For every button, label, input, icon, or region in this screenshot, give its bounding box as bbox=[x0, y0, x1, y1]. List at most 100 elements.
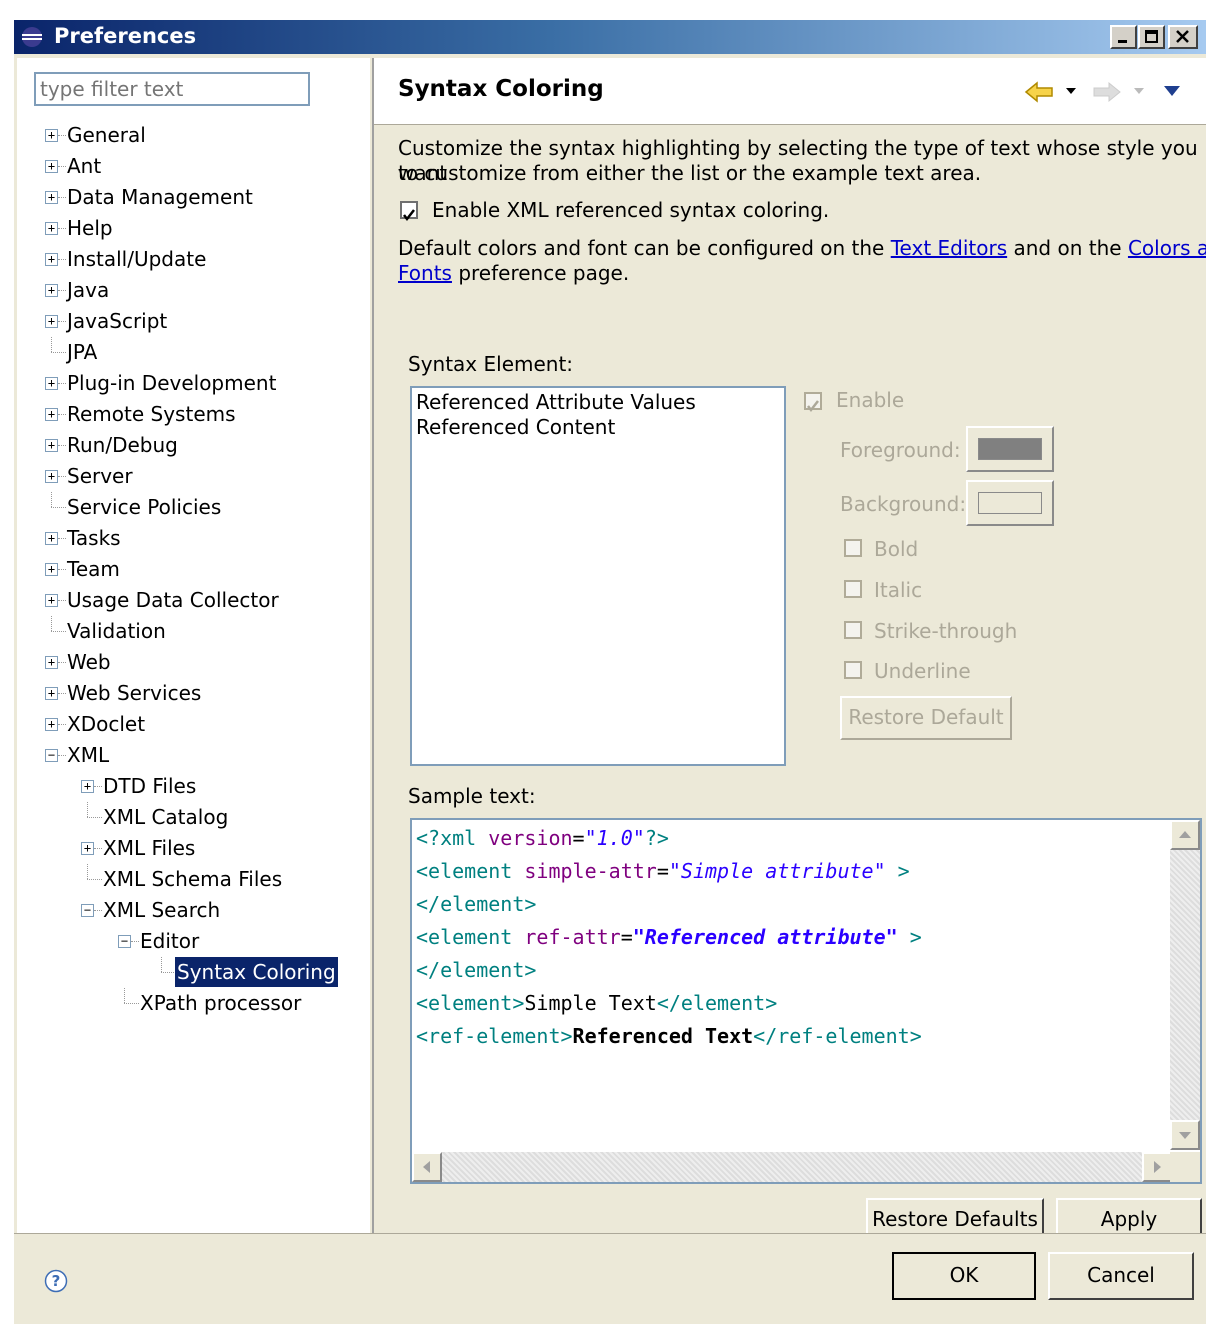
close-button[interactable] bbox=[1168, 25, 1198, 49]
tree-item[interactable]: − Editor bbox=[118, 926, 370, 956]
forward-dropdown-icon[interactable] bbox=[1134, 88, 1146, 96]
tree-item[interactable]: + Remote Systems bbox=[45, 399, 370, 429]
window-title: Preferences bbox=[54, 24, 197, 48]
expand-icon[interactable]: + bbox=[81, 780, 94, 793]
tree-item[interactable]: + Server bbox=[45, 461, 370, 491]
scroll-down-button[interactable] bbox=[1170, 1120, 1200, 1150]
code-token: Referenced Text bbox=[572, 1024, 754, 1048]
expand-icon[interactable]: + bbox=[45, 191, 58, 204]
tree-item-label: XML bbox=[67, 743, 110, 767]
tree-item[interactable]: XML Catalog bbox=[81, 802, 370, 832]
tree-item[interactable]: + General bbox=[45, 120, 370, 150]
tree-item[interactable]: + JavaScript bbox=[45, 306, 370, 336]
foreground-color-button[interactable] bbox=[966, 426, 1054, 472]
underline-checkbox[interactable] bbox=[844, 661, 862, 679]
tree-item[interactable]: XPath processor bbox=[118, 988, 370, 1018]
title-bar[interactable]: Preferences bbox=[14, 20, 1206, 54]
horizontal-scrollbar[interactable] bbox=[412, 1152, 1172, 1182]
syntax-element-list[interactable]: Referenced Attribute Values Referenced C… bbox=[410, 386, 786, 766]
expand-icon[interactable]: + bbox=[81, 842, 94, 855]
expand-icon[interactable]: + bbox=[45, 470, 58, 483]
tree-item[interactable]: + Tasks bbox=[45, 523, 370, 553]
tree-item[interactable]: XML Schema Files bbox=[81, 864, 370, 894]
expand-icon[interactable]: + bbox=[45, 160, 58, 173]
expand-icon[interactable]: + bbox=[45, 687, 58, 700]
background-color-button[interactable] bbox=[966, 480, 1054, 526]
back-arrow-icon[interactable] bbox=[1024, 80, 1058, 104]
tree-item-label: Ant bbox=[67, 154, 102, 178]
italic-checkbox[interactable] bbox=[844, 580, 862, 598]
expand-icon[interactable]: + bbox=[45, 284, 58, 297]
tree-item-label: Help bbox=[67, 216, 113, 240]
list-item[interactable]: Referenced Content bbox=[416, 415, 615, 440]
expand-icon[interactable]: + bbox=[45, 594, 58, 607]
tree-item[interactable]: + Web bbox=[45, 647, 370, 677]
expand-icon[interactable]: + bbox=[45, 718, 58, 731]
scroll-up-button[interactable] bbox=[1170, 820, 1200, 850]
tree-item[interactable]: + Install/Update bbox=[45, 244, 370, 274]
tree-item[interactable]: + Team bbox=[45, 554, 370, 584]
expand-icon[interactable]: + bbox=[45, 656, 58, 669]
tree-item[interactable]: Service Policies bbox=[45, 492, 370, 522]
tree-item[interactable]: + Java bbox=[45, 275, 370, 305]
tree-item[interactable]: + Help bbox=[45, 213, 370, 243]
cancel-button[interactable]: Cancel bbox=[1048, 1252, 1194, 1300]
tree-item[interactable]: + Run/Debug bbox=[45, 430, 370, 460]
tree-item[interactable]: + Ant bbox=[45, 151, 370, 181]
colors-fonts-link[interactable]: Colors and bbox=[1128, 236, 1206, 260]
tree-item[interactable]: + Data Management bbox=[45, 182, 370, 212]
tree-connector bbox=[87, 817, 102, 818]
tree-connector bbox=[87, 802, 88, 817]
tree-item[interactable]: + Web Services bbox=[45, 678, 370, 708]
tree-item[interactable]: + XDoclet bbox=[45, 709, 370, 739]
enable-style-checkbox[interactable] bbox=[804, 392, 822, 413]
expand-icon[interactable]: + bbox=[45, 408, 58, 421]
expand-icon[interactable]: + bbox=[45, 222, 58, 235]
scroll-right-button[interactable] bbox=[1142, 1152, 1172, 1182]
tree-item[interactable]: − XML bbox=[45, 740, 370, 770]
arrow-left-icon bbox=[423, 1161, 430, 1173]
checkmark-icon bbox=[807, 400, 819, 413]
expand-icon[interactable]: + bbox=[45, 377, 58, 390]
expand-icon[interactable]: + bbox=[45, 129, 58, 142]
back-dropdown-icon[interactable] bbox=[1066, 88, 1078, 96]
scroll-left-button[interactable] bbox=[412, 1152, 442, 1182]
tree-connector bbox=[87, 879, 102, 880]
tree-item-label: Editor bbox=[140, 929, 200, 953]
code-token: version bbox=[488, 826, 573, 850]
collapse-icon[interactable]: − bbox=[81, 904, 94, 917]
collapse-icon[interactable]: − bbox=[118, 935, 131, 948]
list-item[interactable]: Referenced Attribute Values bbox=[416, 390, 696, 415]
expand-icon[interactable]: + bbox=[45, 315, 58, 328]
sample-text-area[interactable]: <?xml version="1.0"?> <element simple-at… bbox=[410, 818, 1202, 1184]
vertical-scrollbar[interactable] bbox=[1170, 820, 1200, 1150]
tree-item[interactable]: Validation bbox=[45, 616, 370, 646]
expand-icon[interactable]: + bbox=[45, 253, 58, 266]
text-editors-link[interactable]: Text Editors bbox=[891, 236, 1007, 260]
strikethrough-checkbox[interactable] bbox=[844, 621, 862, 639]
minimize-button[interactable] bbox=[1110, 25, 1137, 49]
colors-fonts-link-cont[interactable]: Fonts bbox=[398, 261, 452, 285]
tree-item-label: General bbox=[67, 123, 146, 147]
expand-icon[interactable]: + bbox=[45, 439, 58, 452]
tree-item[interactable]: + Plug-in Development bbox=[45, 368, 370, 398]
tree-item[interactable]: + Usage Data Collector bbox=[45, 585, 370, 615]
collapse-icon[interactable]: − bbox=[45, 749, 58, 762]
forward-arrow-icon[interactable] bbox=[1092, 80, 1122, 104]
filter-input[interactable] bbox=[34, 72, 310, 106]
tree-item[interactable]: JPA bbox=[45, 337, 370, 367]
expand-icon[interactable]: + bbox=[45, 563, 58, 576]
restore-default-button[interactable]: Restore Default bbox=[840, 696, 1012, 740]
help-icon[interactable]: ? bbox=[44, 1269, 68, 1293]
view-menu-icon[interactable] bbox=[1164, 86, 1182, 98]
enable-xml-coloring-checkbox[interactable] bbox=[400, 201, 418, 222]
foreground-label: Foreground: bbox=[840, 438, 961, 462]
bold-checkbox[interactable] bbox=[844, 539, 862, 557]
expand-icon[interactable]: + bbox=[45, 532, 58, 545]
tree-item[interactable]: Syntax Coloring bbox=[155, 957, 370, 987]
tree-item[interactable]: + XML Files bbox=[81, 833, 370, 863]
tree-item[interactable]: − XML Search bbox=[81, 895, 370, 925]
ok-button[interactable]: OK bbox=[892, 1252, 1036, 1300]
tree-item[interactable]: + DTD Files bbox=[81, 771, 370, 801]
maximize-button[interactable] bbox=[1138, 25, 1165, 49]
